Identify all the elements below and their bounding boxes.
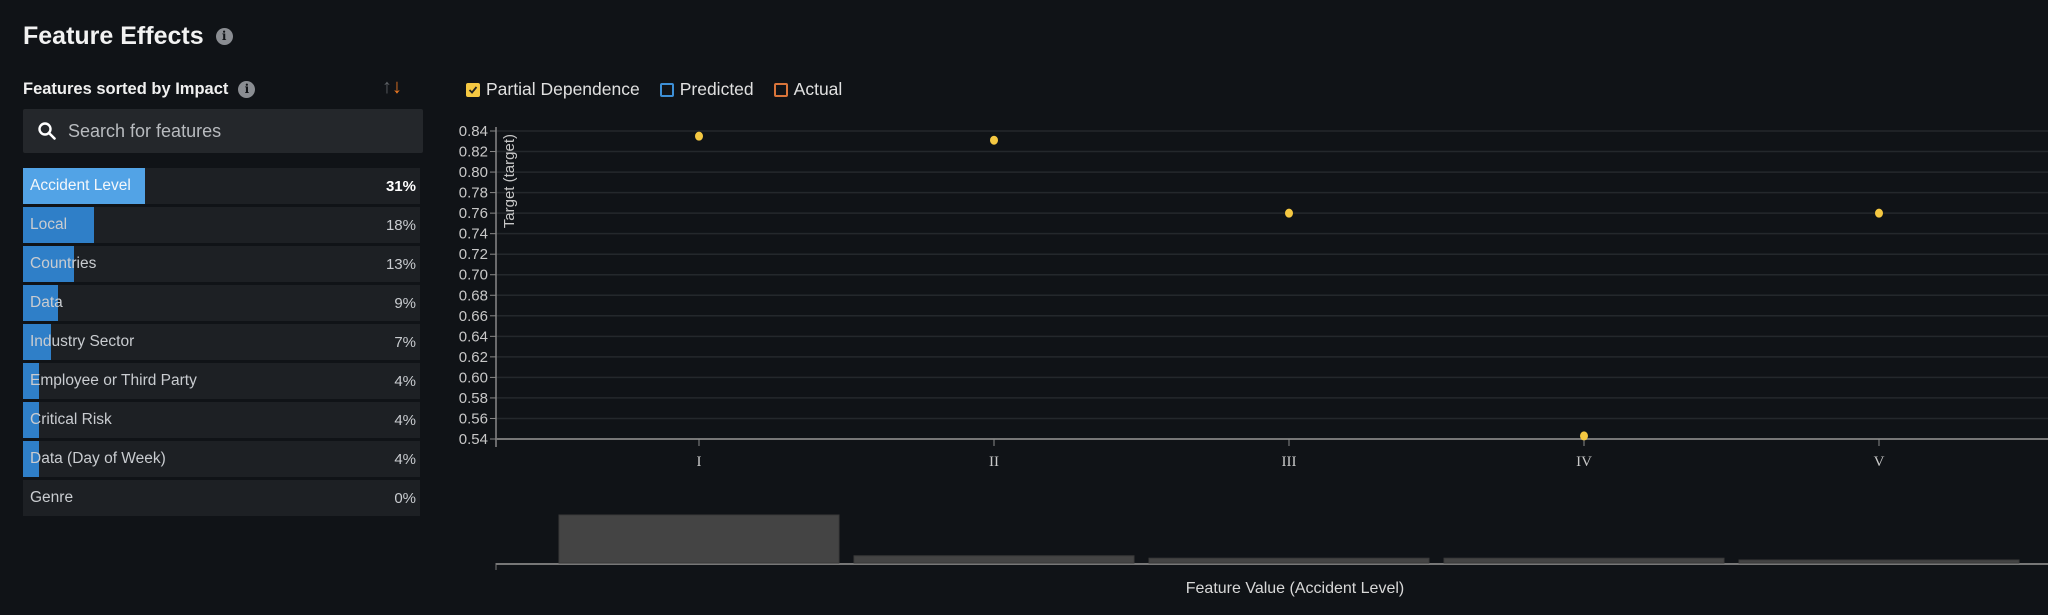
partial-dependence-chart: 0.84 0.82 0.80 0.78 0.76 0.74 0.72 0.70 0.68 0.66… <box>459 123 2048 597</box>
histogram-bar <box>1443 557 1725 564</box>
x-tick-label: IV <box>1576 454 1592 470</box>
y-tick-label: 0.72 <box>459 246 488 263</box>
y-tick-label: 0.78 <box>459 185 488 202</box>
histogram-bar <box>853 555 1135 564</box>
y-tick-label: 0.58 <box>459 390 488 407</box>
y-tick-label: 0.80 <box>459 164 488 181</box>
y-tick-label: 0.82 <box>459 144 488 161</box>
y-tick-label: 0.62 <box>459 349 488 366</box>
y-tick-label: 0.84 <box>459 123 488 140</box>
histogram-bar <box>558 514 840 564</box>
y-tick-label: 0.60 <box>459 369 488 386</box>
x-axis-label: Feature Value (Accident Level) <box>1186 580 1404 597</box>
y-tick-label: 0.70 <box>459 267 488 284</box>
data-point <box>1580 431 1588 441</box>
histogram-bar <box>1738 559 2020 564</box>
y-tick-label: 0.68 <box>459 287 488 304</box>
histogram-bar <box>1148 557 1430 564</box>
data-point <box>695 131 703 141</box>
y-tick-label: 0.54 <box>459 431 488 448</box>
x-tick-label: II <box>989 454 999 470</box>
x-tick-label: III <box>1282 454 1297 470</box>
data-point <box>1875 208 1883 218</box>
y-tick-label: 0.66 <box>459 308 488 325</box>
x-tick-label: V <box>1874 454 1885 470</box>
x-tick-label: I <box>697 454 702 470</box>
y-axis-label: Target (target) <box>501 134 518 228</box>
y-tick-label: 0.76 <box>459 205 488 222</box>
y-tick-label: 0.74 <box>459 226 488 243</box>
data-point <box>990 135 998 145</box>
data-point <box>1285 208 1293 218</box>
y-tick-label: 0.56 <box>459 410 488 427</box>
y-tick-label: 0.64 <box>459 328 488 345</box>
